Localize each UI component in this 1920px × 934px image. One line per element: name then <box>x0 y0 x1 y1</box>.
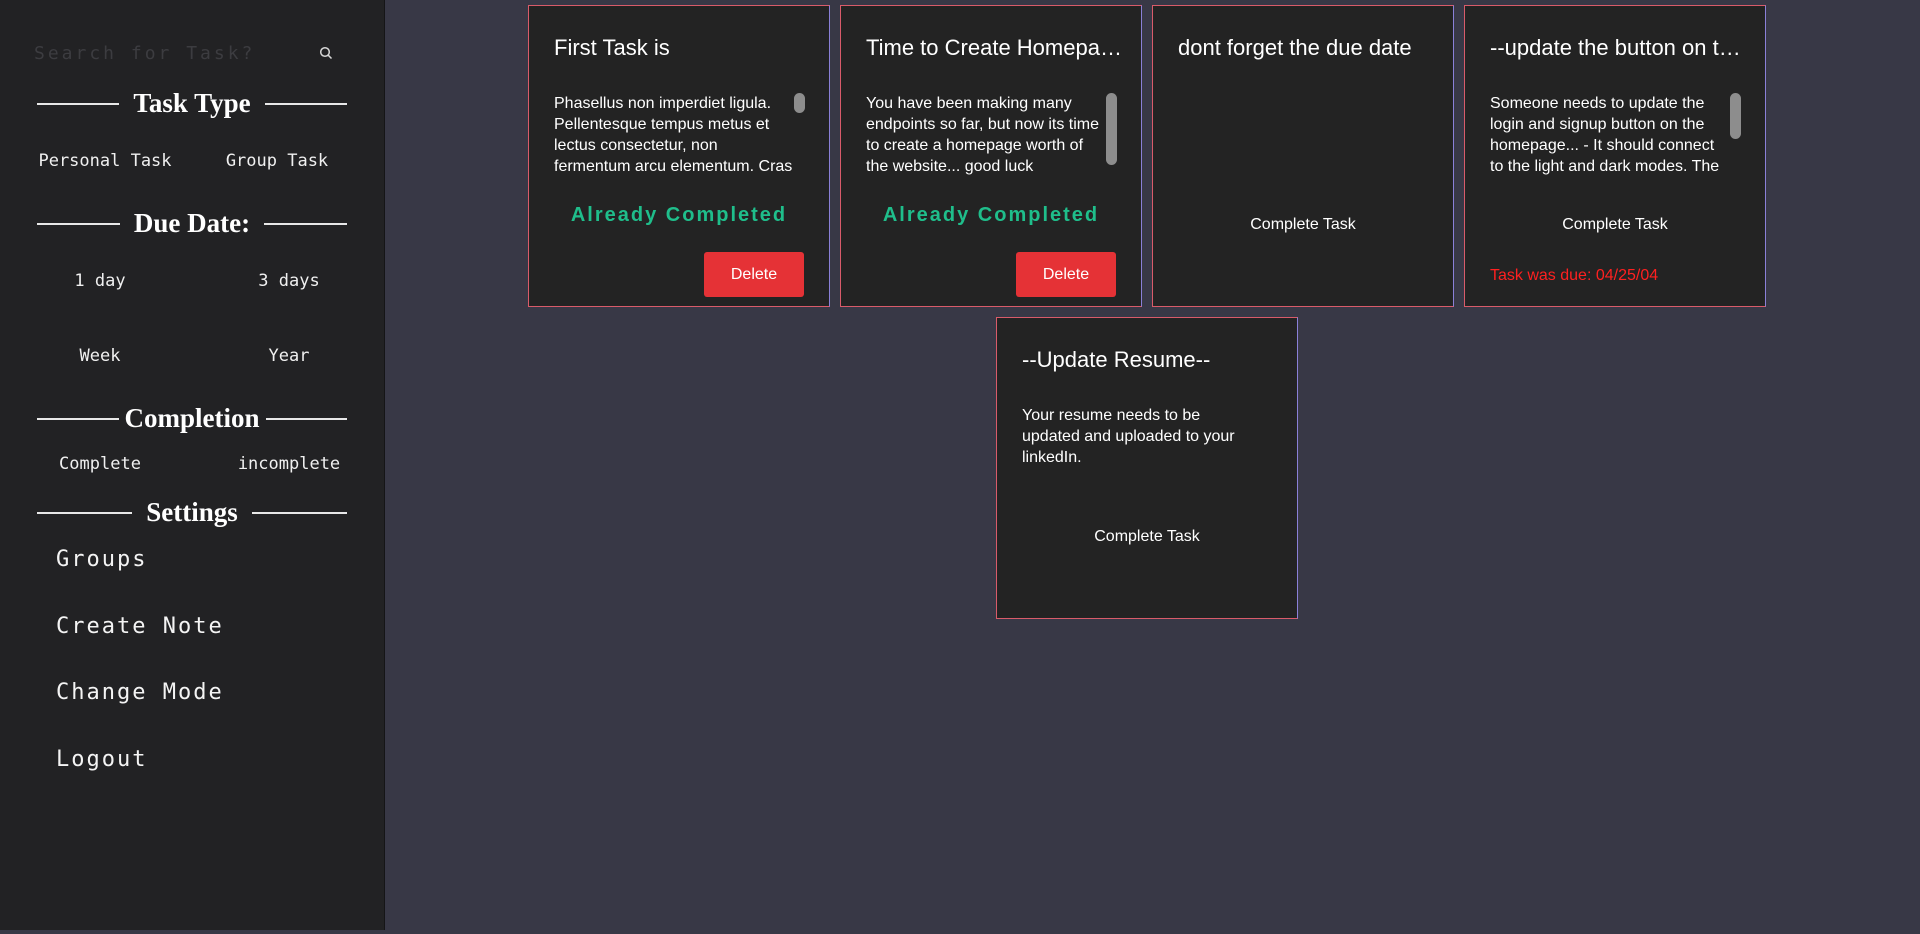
scrollbar[interactable] <box>1730 93 1741 139</box>
filter-1-day[interactable]: 1 day <box>15 271 185 291</box>
task-title: dont forget the due date <box>1178 35 1412 60</box>
task-card: dont forget the due date Complete Task <box>1152 5 1454 307</box>
delete-button[interactable]: Delete <box>1016 252 1116 297</box>
completed-status: Already Completed <box>882 204 1100 226</box>
menu-create-note[interactable]: Create Note <box>56 614 224 639</box>
settings-heading: Settings <box>37 497 348 528</box>
search-bar <box>34 38 339 68</box>
menu-change-mode[interactable]: Change Mode <box>56 680 224 705</box>
task-card: First Task is Phasellus non imperdiet li… <box>528 5 830 307</box>
divider <box>251 511 348 514</box>
due-date-heading: Due Date: <box>37 208 347 239</box>
divider <box>37 102 120 105</box>
task-title: First Task is <box>554 35 670 60</box>
search-input[interactable] <box>34 38 313 68</box>
menu-groups[interactable]: Groups <box>56 547 147 572</box>
task-title: --update the button on the homepage-- <box>1490 35 1748 60</box>
due-date-notice: Task was due: 04/25/04 <box>1490 267 1659 284</box>
filter-week[interactable]: Week <box>15 346 185 366</box>
filter-year[interactable]: Year <box>204 346 374 366</box>
divider <box>265 417 347 420</box>
task-description: Your resume needs to be updated and uplo… <box>1022 407 1235 466</box>
task-type-heading: Task Type <box>37 88 348 119</box>
sidebar: Task Type Personal Task Group Task Due D… <box>0 0 385 930</box>
divider <box>37 417 119 420</box>
filter-3-days[interactable]: 3 days <box>204 271 374 291</box>
task-card: Time to Create Homepage You have been ma… <box>840 5 1142 307</box>
task-card: --update the button on the homepage-- So… <box>1464 5 1766 307</box>
delete-button[interactable]: Delete <box>704 252 804 297</box>
complete-task-button[interactable]: Complete Task <box>1465 216 1765 234</box>
task-card: --Update Resume-- Your resume needs to b… <box>996 317 1298 619</box>
filter-personal-task[interactable]: Personal Task <box>20 151 190 171</box>
task-description: Phasellus non imperdiet ligula. Pellente… <box>554 95 793 175</box>
task-title: --Update Resume-- <box>1022 347 1211 372</box>
complete-task-button[interactable]: Complete Task <box>997 528 1297 546</box>
completion-heading: Completion <box>37 403 347 434</box>
task-description <box>1178 93 1418 175</box>
scrollbar[interactable] <box>794 93 805 113</box>
divider <box>37 222 120 225</box>
scrollbar[interactable] <box>1106 93 1117 165</box>
divider <box>264 222 347 225</box>
filter-incomplete[interactable]: incomplete <box>204 454 374 474</box>
task-title: Time to Create Homepage <box>866 35 1124 60</box>
task-description: You have been making many endpoints so f… <box>866 95 1100 175</box>
completed-status: Already Completed <box>570 204 788 226</box>
search-icon[interactable] <box>313 40 339 66</box>
menu-logout[interactable]: Logout <box>56 747 147 772</box>
divider <box>37 511 133 514</box>
filter-complete[interactable]: Complete <box>15 454 185 474</box>
filter-group-task[interactable]: Group Task <box>192 151 362 171</box>
task-description: Someone needs to update the login and si… <box>1490 95 1720 175</box>
divider <box>264 102 348 105</box>
complete-task-button[interactable]: Complete Task <box>1153 216 1453 234</box>
